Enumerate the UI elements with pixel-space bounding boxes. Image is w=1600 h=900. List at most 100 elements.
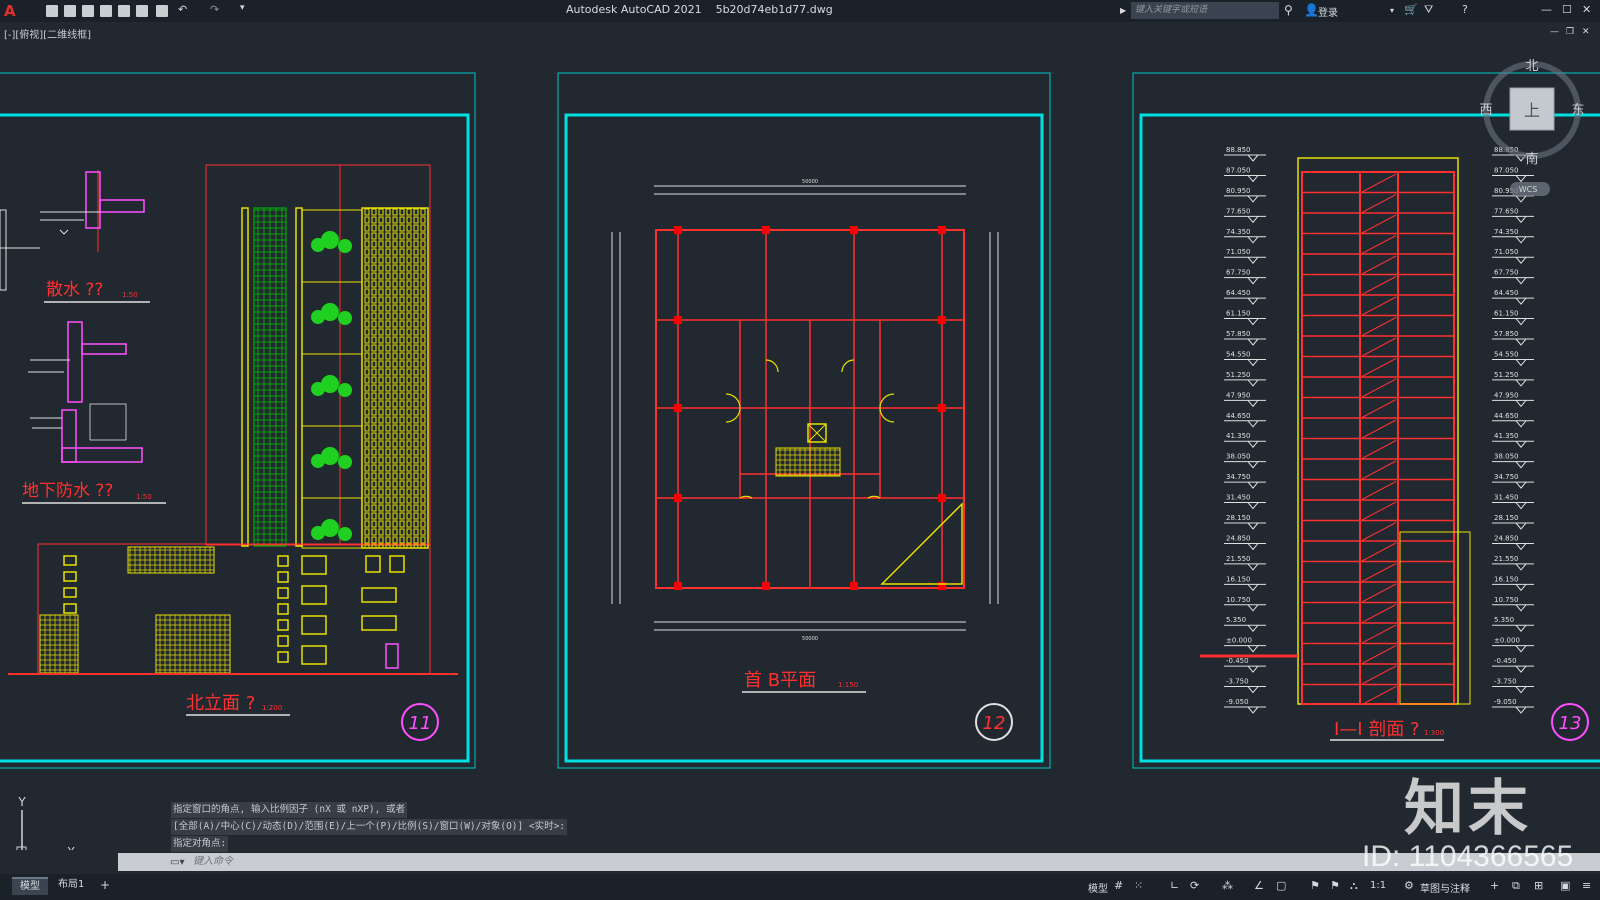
- elevation-label: -3.750: [1494, 678, 1517, 686]
- autodesk-a360-icon[interactable]: ⛛: [1424, 3, 1433, 17]
- elevation-label: 28.150: [1226, 514, 1251, 522]
- elevation-marker-triangle: [1515, 543, 1527, 551]
- drawing-restore-icon[interactable]: ❐: [1566, 27, 1574, 37]
- undo-icon[interactable]: ↶: [178, 3, 187, 16]
- login-button[interactable]: 登录: [1318, 4, 1338, 19]
- open-file-icon[interactable]: [64, 5, 76, 17]
- title-bar: A ↶ ↷ ▾ Autodesk AutoCAD 2021 5b20d74eb1…: [0, 0, 1600, 22]
- viewcube-north[interactable]: 北: [1525, 59, 1538, 74]
- elevation-label: 51.250: [1226, 371, 1251, 379]
- elevation-marker-triangle: [1247, 359, 1259, 367]
- open-web-icon[interactable]: [118, 5, 130, 17]
- tab-model[interactable]: 模型: [12, 877, 48, 895]
- elevation-marker-triangle: [1515, 706, 1527, 714]
- tab-layout1[interactable]: 布局1: [50, 877, 92, 893]
- elevation-label: 54.550: [1494, 350, 1519, 358]
- sheet3-scale: 1:300: [1424, 729, 1444, 737]
- elevation-label: 77.650: [1494, 207, 1519, 215]
- section-stair-flight: [1361, 440, 1397, 459]
- sheet-1-north-elevation[interactable]: 散水 ?? 1:50 地下防水 ?? 1:50 北立面 ? 1:200 11: [0, 72, 476, 769]
- elevation-marker-triangle: [1515, 338, 1527, 346]
- save-web-icon[interactable]: [136, 5, 148, 17]
- save-as-icon[interactable]: [100, 5, 112, 17]
- sheet1-title: 北立面 ?: [186, 693, 255, 714]
- elevation-marker-triangle: [1247, 502, 1259, 510]
- sheet-2-floor-plan[interactable]: 50000 50000 首 B平面 1:150 12: [557, 72, 1051, 769]
- drawing-close-icon[interactable]: ✕: [1582, 27, 1590, 37]
- autocad-logo-icon[interactable]: A: [4, 2, 16, 20]
- elevation-marker-triangle: [1515, 665, 1527, 673]
- sheet2-scale: 1:150: [838, 681, 858, 689]
- elevation-marker-triangle: [1247, 420, 1259, 428]
- elevation-label: 87.050: [1226, 166, 1251, 174]
- search-input[interactable]: 键入关键字或短语: [1131, 2, 1279, 19]
- login-dropdown-icon[interactable]: ▾: [1390, 6, 1394, 15]
- annotation-monitor-icon[interactable]: +: [1490, 879, 1499, 892]
- watermark-id: ID: 1104366565: [1362, 840, 1574, 873]
- customize-dropdown-icon[interactable]: ▾: [240, 3, 245, 13]
- grid-icon[interactable]: #: [1114, 879, 1123, 892]
- workspace-gear-icon[interactable]: ⚙: [1404, 879, 1414, 892]
- elevation-label: 47.950: [1226, 391, 1251, 399]
- section-stair-flight: [1361, 296, 1397, 316]
- elevation-label: 31.450: [1226, 494, 1251, 502]
- viewport-controls-label[interactable]: [-][俯视][二维线框]: [4, 26, 91, 41]
- command-input[interactable]: 键入命令: [193, 853, 233, 871]
- section-stair-flight: [1361, 173, 1397, 193]
- elevation-marker-triangle: [1247, 686, 1259, 694]
- elevation-marker-triangle: [1515, 400, 1527, 408]
- elevation-marker-triangle: [1515, 624, 1527, 633]
- viewcube-wcs-menu[interactable]: WCS: [1519, 185, 1538, 194]
- workspace-switch[interactable]: 草图与注释: [1420, 880, 1470, 895]
- object-snap-tracking-icon[interactable]: ∠: [1254, 879, 1264, 892]
- annotation-visibility-icon[interactable]: ⚑: [1310, 879, 1320, 892]
- isodraft-icon[interactable]: ⁂: [1222, 879, 1233, 892]
- elevation-label: 51.250: [1494, 371, 1519, 379]
- plot-icon[interactable]: [156, 5, 168, 17]
- elevation-marker-triangle: [1515, 502, 1527, 510]
- units-icon[interactable]: ⧉: [1512, 879, 1520, 893]
- close-window-icon[interactable]: ✕: [1582, 3, 1591, 16]
- elevation-marker-triangle: [1247, 379, 1259, 387]
- elevation-marker-triangle: [1515, 645, 1527, 653]
- viewcube-east[interactable]: 东: [1571, 103, 1584, 118]
- elevation-marker-triangle: [1247, 236, 1259, 244]
- polar-tracking-icon[interactable]: ⟳: [1190, 879, 1199, 892]
- quick-properties-icon[interactable]: ⊞: [1534, 879, 1543, 892]
- search-expand-icon[interactable]: ▶: [1120, 6, 1126, 15]
- user-icon[interactable]: 👤: [1304, 3, 1319, 17]
- annotation-scale-value[interactable]: 1:1: [1370, 880, 1386, 891]
- redo-icon[interactable]: ↷: [210, 3, 219, 16]
- section-stair-flight: [1361, 214, 1397, 234]
- recent-commands-icon[interactable]: ▭▾: [170, 857, 184, 868]
- cart-icon[interactable]: 🛒: [1404, 3, 1418, 16]
- new-file-icon[interactable]: [46, 5, 58, 17]
- model-space-button[interactable]: 模型: [1088, 880, 1108, 895]
- elevation-marker-triangle: [1515, 359, 1527, 367]
- elevation-label: 5.350: [1226, 616, 1246, 624]
- minimize-window-icon[interactable]: —: [1541, 3, 1552, 16]
- viewcube-top-face[interactable]: 上: [1524, 101, 1540, 120]
- model-space-canvas[interactable]: 散水 ?? 1:50 地下防水 ?? 1:50 北立面 ? 1:200 11 5…: [0, 40, 1600, 850]
- ortho-icon[interactable]: ∟: [1170, 879, 1179, 892]
- clean-screen-icon[interactable]: ▣: [1560, 879, 1570, 892]
- maximize-window-icon[interactable]: ☐: [1562, 3, 1572, 16]
- search-icon[interactable]: ⚲: [1284, 3, 1293, 17]
- snap-icon[interactable]: ⁙: [1134, 879, 1143, 892]
- auto-scale-icon[interactable]: ⚑: [1330, 879, 1340, 892]
- annotation-scale-icon[interactable]: ⛬: [1350, 879, 1358, 893]
- save-icon[interactable]: [82, 5, 94, 17]
- customization-menu-icon[interactable]: ≡: [1582, 879, 1591, 892]
- elevation-label: 44.650: [1226, 412, 1251, 420]
- drawing-minimize-icon[interactable]: —: [1550, 27, 1559, 37]
- elevation-marker-triangle: [1515, 461, 1527, 469]
- sheet-3-section[interactable]: 88.850 87.050 80.950 77.650 74.350 71.050 67.7…: [1132, 72, 1600, 769]
- elevation-label: 80.950: [1226, 187, 1251, 195]
- elevation-marker-triangle: [1515, 379, 1527, 387]
- elevation-marker-triangle: [1515, 318, 1527, 326]
- object-snap-icon[interactable]: ▢: [1276, 879, 1286, 892]
- add-layout-button[interactable]: +: [92, 877, 118, 893]
- viewcube-west[interactable]: 西: [1479, 103, 1492, 118]
- viewcube-south[interactable]: 南: [1525, 151, 1538, 167]
- help-icon[interactable]: ?: [1462, 3, 1468, 16]
